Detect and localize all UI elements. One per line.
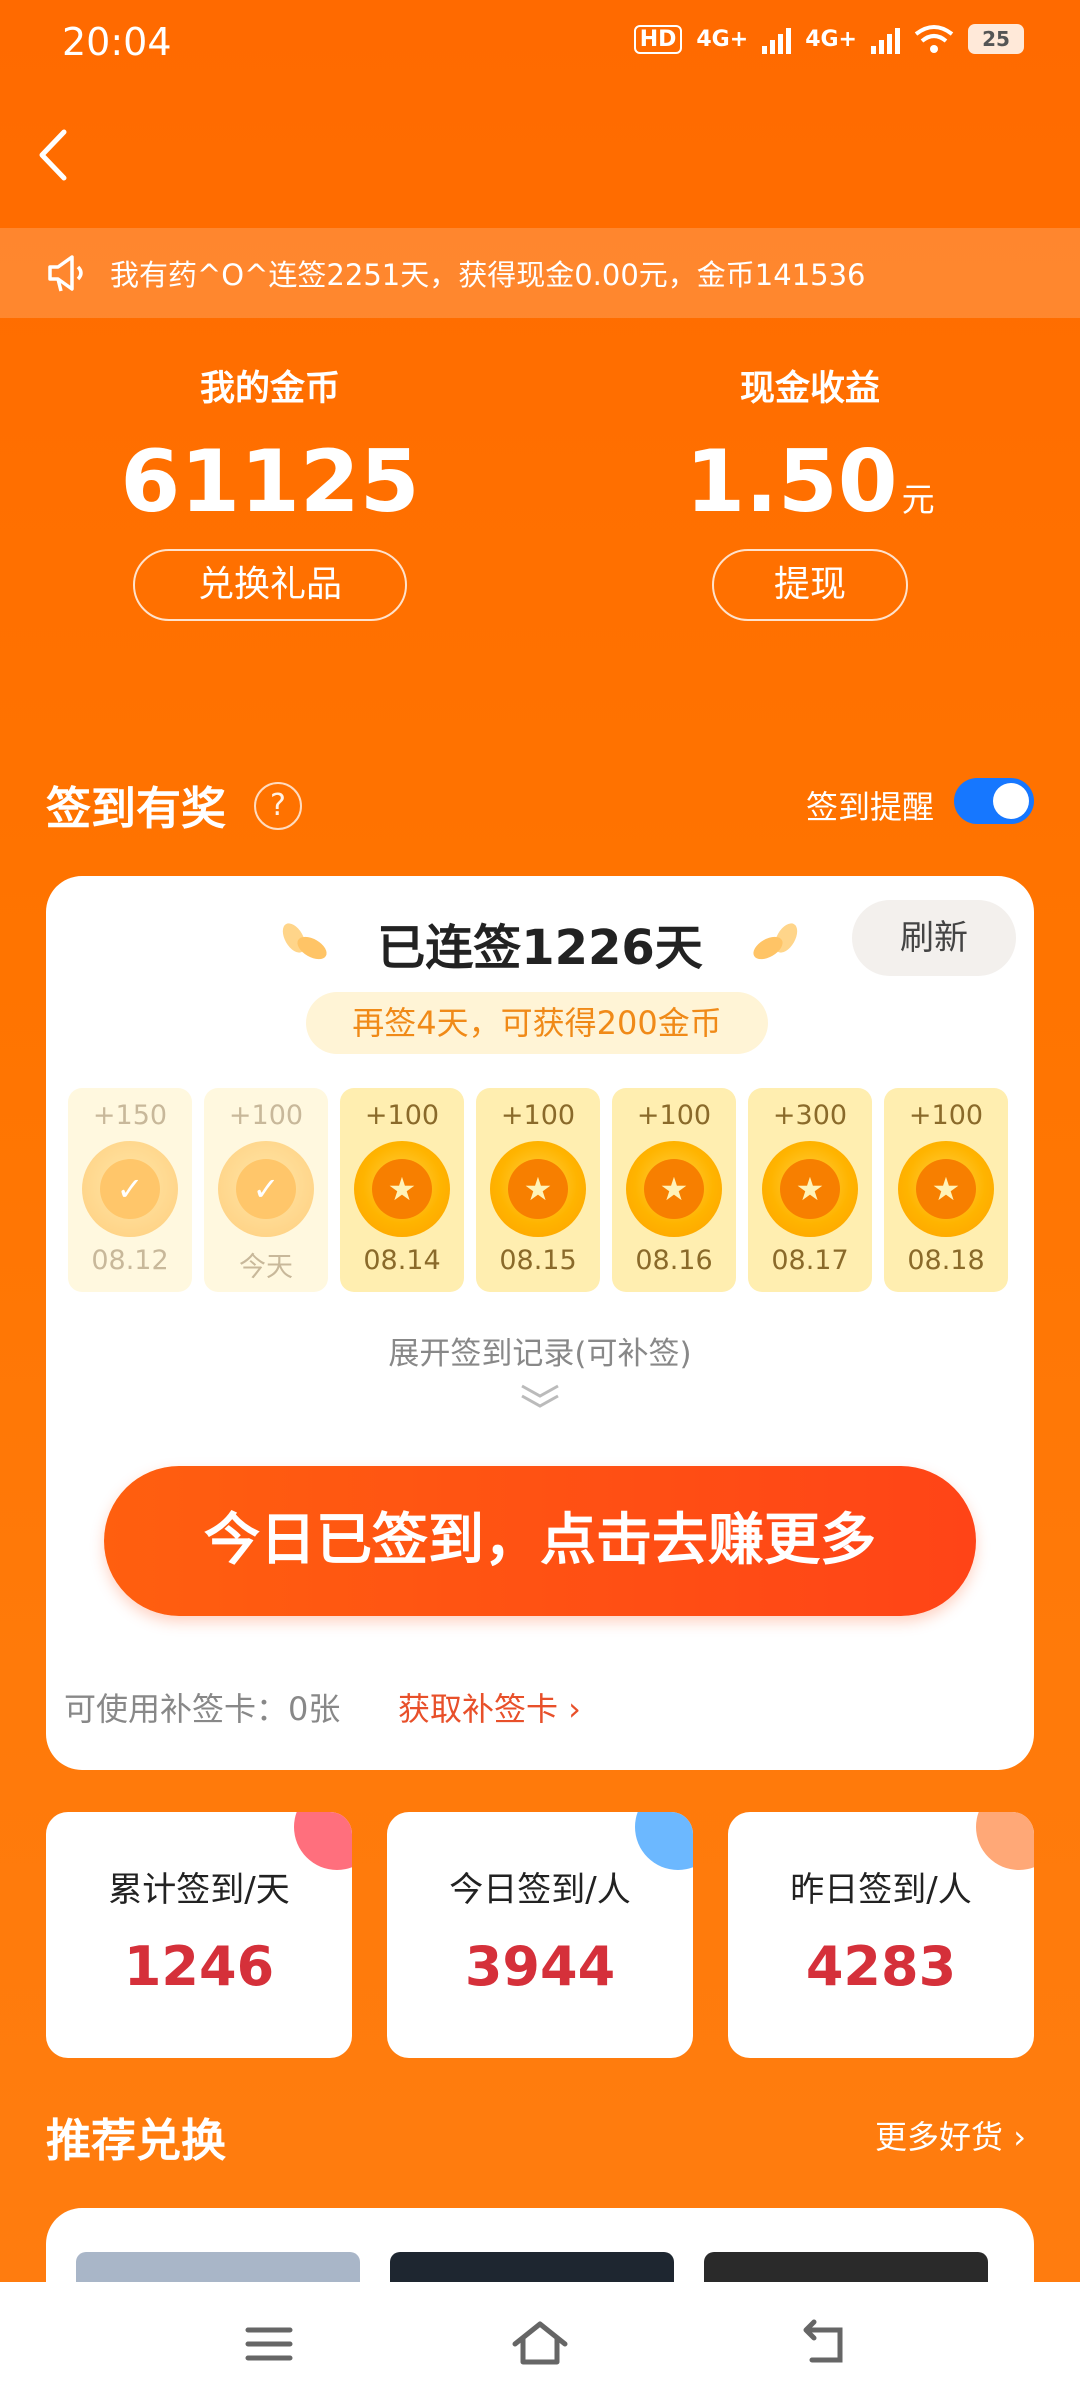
signal-icon-1 (762, 24, 792, 54)
earn-more-button[interactable]: 今日已签到，点击去赚更多 (104, 1466, 976, 1616)
day-cell-6[interactable]: +300 ★ 08.17 (748, 1088, 872, 1292)
star-coin-icon: ★ (354, 1141, 450, 1237)
streak-title: 已连签1226天 (377, 920, 703, 976)
day-date: 08.15 (499, 1245, 577, 1276)
reward-tip: 再签4天，可获得200金币 (306, 992, 768, 1054)
day-cell-5[interactable]: +100 ★ 08.16 (612, 1088, 736, 1292)
double-chevron-down-icon[interactable] (510, 1382, 570, 1412)
system-nav-bar (0, 2282, 1080, 2408)
reminder-toggle[interactable] (954, 778, 1034, 824)
coins-title: 我的金币 (199, 369, 340, 409)
day-date: 08.16 (635, 1245, 713, 1276)
home-icon[interactable] (505, 2312, 575, 2376)
coins-summary: 我的金币 61125 兑换礼品 (60, 360, 480, 621)
day-date: 08.12 (91, 1245, 169, 1276)
star-coin-icon: ★ (762, 1141, 858, 1237)
refresh-button[interactable]: 刷新 (852, 900, 1016, 976)
more-goods-link[interactable]: 更多好货 › (875, 2112, 1026, 2158)
days-row: +150 ✓ 08.12 +100 ✓ 今天 +100 ★ 08.14 +100… (68, 1088, 1012, 1292)
cash-summary: 现金收益 1.50 元 提现 (600, 360, 1020, 621)
wifi-icon (914, 25, 954, 53)
day-cell-1[interactable]: +150 ✓ 08.12 (68, 1088, 192, 1292)
day-points: +150 (92, 1100, 168, 1131)
cash-title: 现金收益 (739, 369, 880, 409)
stat-card-value: 4283 (805, 1935, 957, 1998)
menu-icon[interactable] (234, 2312, 304, 2376)
notice-bar: 我有药^O^连签2251天，获得现金0.00元，金币141536 (0, 228, 1080, 318)
stat-card-value: 1246 (123, 1935, 275, 1998)
day-points: +100 (636, 1100, 712, 1131)
day-date: 08.14 (363, 1245, 441, 1276)
withdraw-button[interactable]: 提现 (712, 549, 908, 621)
laurel-left-icon (283, 923, 328, 960)
checkin-section-title: 签到有奖 (46, 782, 227, 835)
star-coin-icon: ★ (490, 1141, 586, 1237)
makeup-card-count: 可使用补签卡：0张 (64, 1690, 341, 1728)
stat-card-value: 3944 (464, 1935, 616, 1998)
checked-coin-icon: ✓ (82, 1141, 178, 1237)
stat-card-label: 昨日签到/人 (790, 1870, 972, 1910)
day-cell-2[interactable]: +100 ✓ 今天 (204, 1088, 328, 1292)
status-icons: HD 4G+ 4G+ 25 (633, 24, 1024, 54)
signin-card: 已连签1226天 刷新 再签4天，可获得200金币 +150 ✓ 08.12 +… (46, 876, 1034, 1770)
total-checkin-card: 累计签到/天 1246 (46, 1812, 352, 2058)
exchange-gift-button[interactable]: 兑换礼品 (133, 549, 407, 621)
cash-value: 1.50 (685, 432, 898, 532)
day-cell-4[interactable]: +100 ★ 08.15 (476, 1088, 600, 1292)
star-coin-icon: ★ (626, 1141, 722, 1237)
status-time: 20:04 (62, 20, 172, 64)
coins-value: 61125 (120, 432, 420, 532)
today-checkin-card: 今日签到/人 3944 (387, 1812, 693, 2058)
day-points: +100 (228, 1100, 304, 1131)
day-date: 今天 (239, 1252, 293, 1283)
day-cell-3[interactable]: +100 ★ 08.14 (340, 1088, 464, 1292)
get-makeup-card-link[interactable]: 获取补签卡 › (398, 1684, 581, 1730)
day-points: +100 (364, 1100, 440, 1131)
battery-icon: 25 (968, 24, 1024, 54)
checked-coin-icon: ✓ (218, 1141, 314, 1237)
day-points: +100 (908, 1100, 984, 1131)
laurel-right-icon (752, 923, 797, 960)
stat-card-label: 累计签到/天 (108, 1870, 290, 1910)
back-nav-icon[interactable] (790, 2312, 860, 2376)
day-points: +300 (772, 1100, 848, 1131)
stat-card-label: 今日签到/人 (449, 1870, 631, 1910)
cash-unit: 元 (901, 480, 935, 519)
hd-icon: HD (633, 24, 683, 54)
signal-icon-2 (871, 24, 900, 54)
day-points: +100 (500, 1100, 576, 1131)
cash-value-wrap: 1.50 元 (600, 439, 1020, 525)
expand-records-link[interactable]: 展开签到记录(可补签) (46, 1328, 1034, 1373)
network-label-2: 4G+ (805, 26, 857, 52)
network-label-1: 4G+ (696, 26, 749, 52)
back-button[interactable] (26, 120, 86, 190)
chevron-left-icon (39, 129, 67, 181)
help-icon[interactable]: ? (254, 782, 302, 830)
yesterday-checkin-card: 昨日签到/人 4283 (728, 1812, 1034, 2058)
day-date: 08.17 (771, 1245, 849, 1276)
notice-text: 我有药^O^连签2251天，获得现金0.00元，金币141536 (110, 258, 866, 292)
recommend-section-title: 推荐兑换 (46, 2114, 227, 2167)
day-cell-7[interactable]: +100 ★ 08.18 (884, 1088, 1008, 1292)
star-coin-icon: ★ (898, 1141, 994, 1237)
day-date: 08.18 (907, 1245, 985, 1276)
megaphone-icon (48, 255, 83, 292)
status-bar: 20:04 HD 4G+ 4G+ 25 (0, 0, 1080, 88)
reminder-label: 签到提醒 (805, 788, 934, 826)
